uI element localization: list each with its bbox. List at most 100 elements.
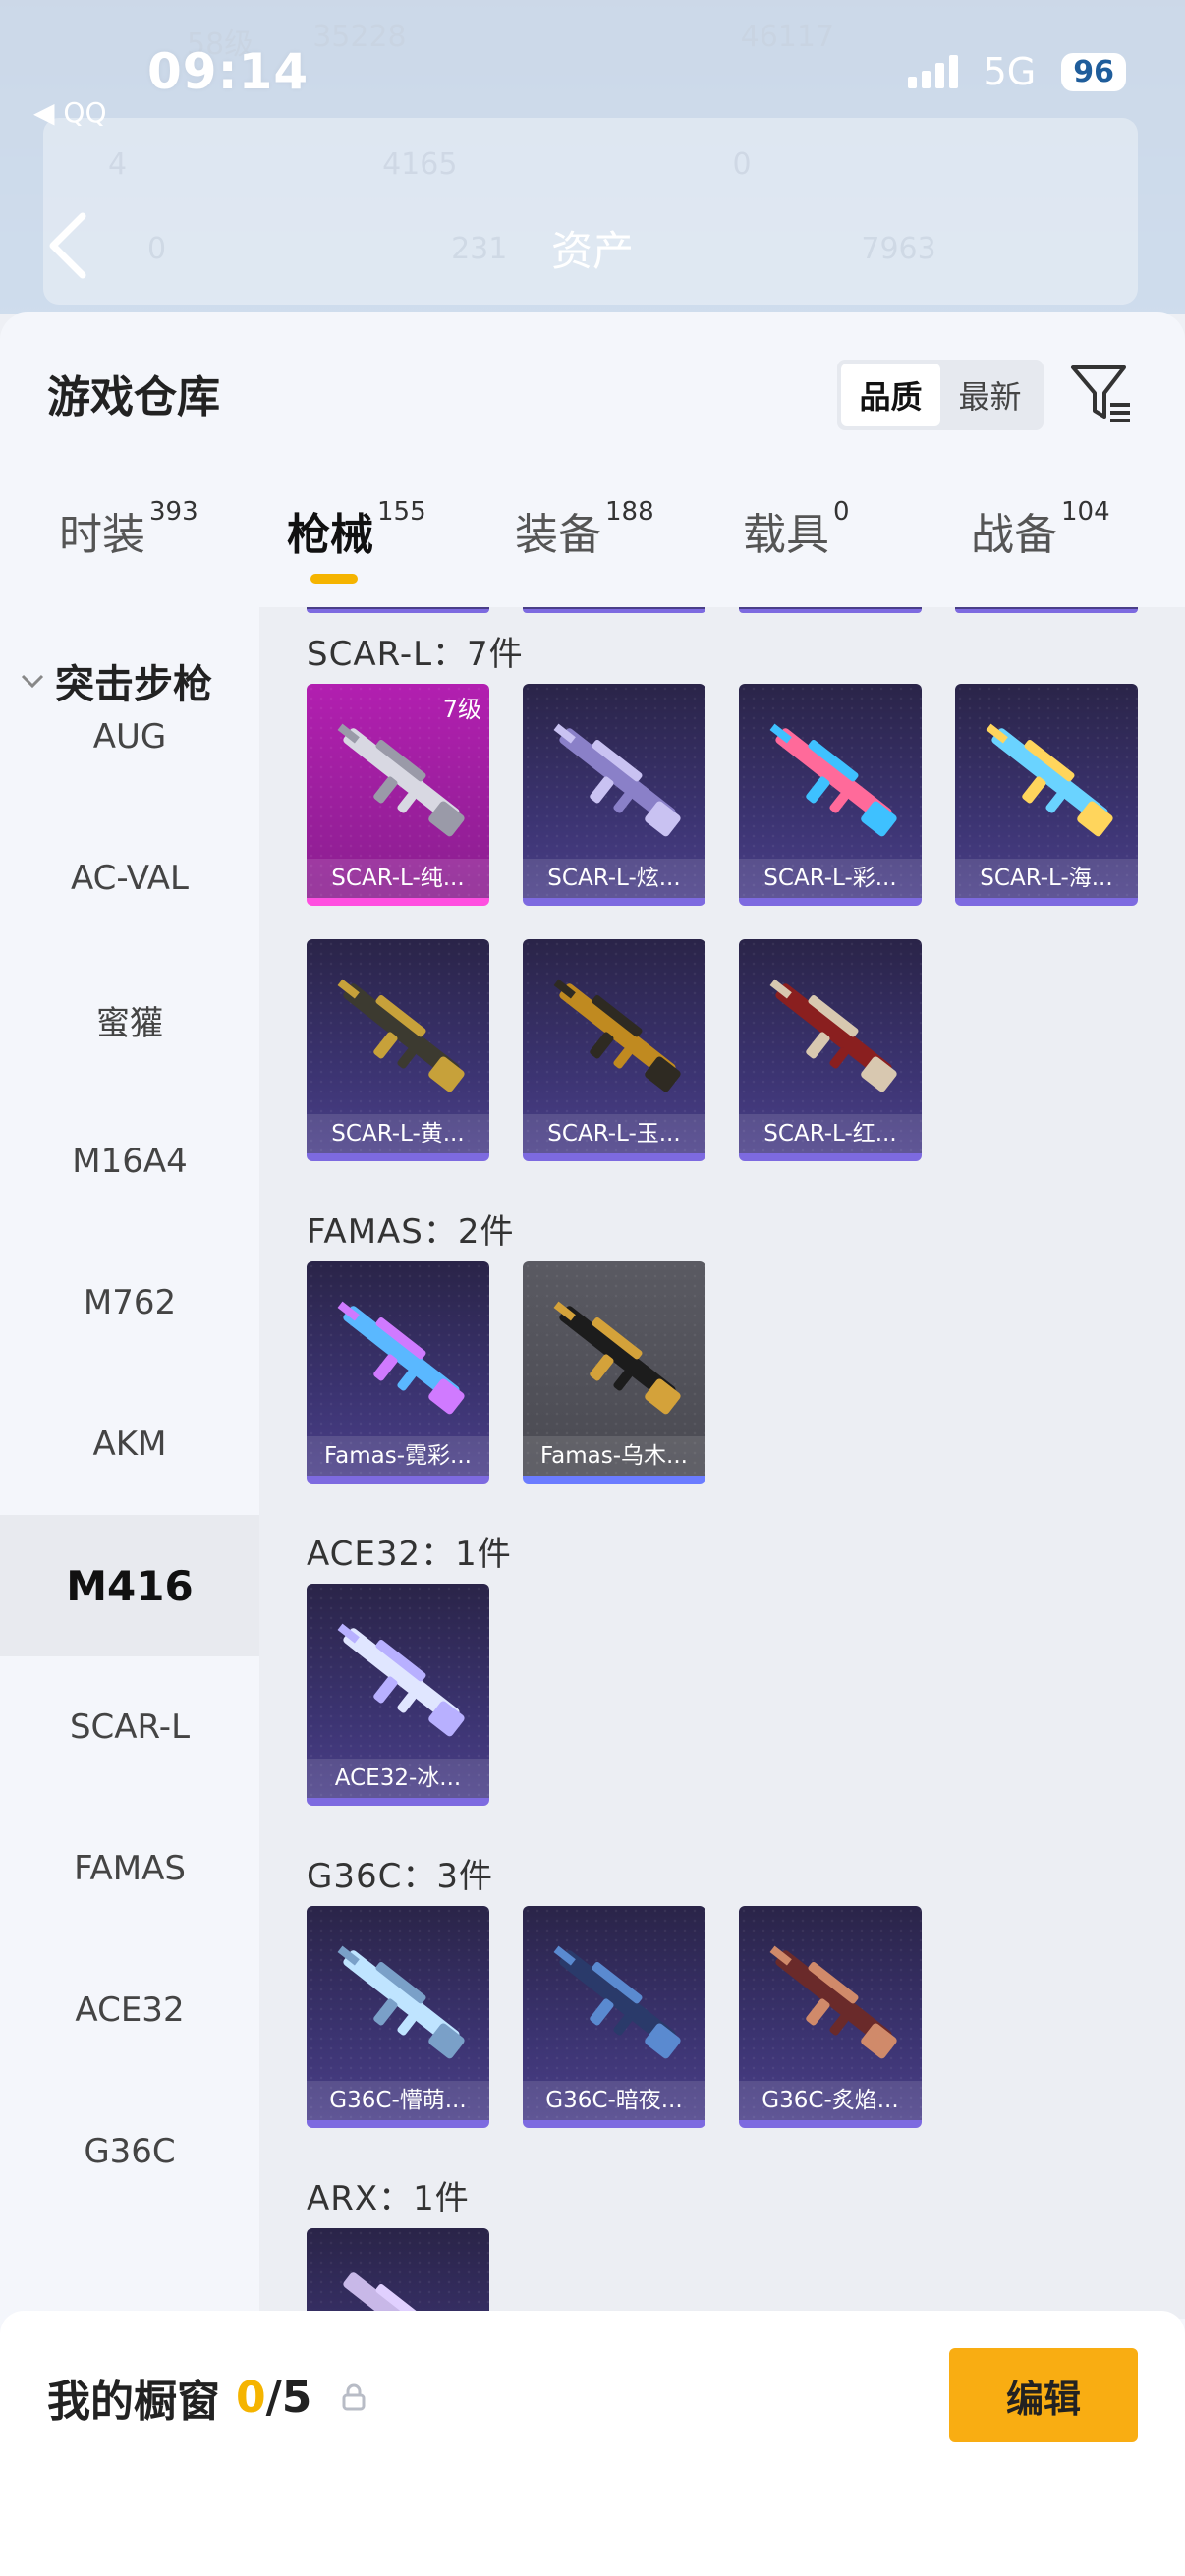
rifle-icon xyxy=(769,979,897,1092)
skin-name: G36C-暗夜... xyxy=(523,2081,705,2120)
tab-equipment[interactable]: 装备 188 xyxy=(515,497,654,597)
back-to-app-link[interactable]: ◀ QQ xyxy=(33,96,107,129)
skin-name: G36C-炙焰... xyxy=(739,2081,922,2120)
showcase-label: 我的橱窗 0 /5 xyxy=(47,2366,367,2429)
rifle-icon xyxy=(337,979,465,1092)
skin-name: SCAR-L-玉... xyxy=(523,1114,705,1153)
rifle-icon xyxy=(986,723,1113,837)
skin-name: SCAR-L-纯... xyxy=(307,859,489,898)
side-item-aug[interactable]: AUG xyxy=(0,666,259,808)
tab-combat-gear[interactable]: 战备 104 xyxy=(971,497,1110,597)
skin-card[interactable]: ACE32-冰... xyxy=(307,1584,489,1806)
section-title: ARX：1件 xyxy=(307,2179,470,2218)
previous-row-card xyxy=(955,607,1138,613)
side-item-ac-val[interactable]: AC-VAL xyxy=(0,808,259,949)
tab-guns[interactable]: 枪械 155 xyxy=(287,497,426,597)
edit-button[interactable]: 编辑 xyxy=(949,2348,1138,2442)
tab-count: 104 xyxy=(1061,497,1110,527)
sheet-header: 游戏仓库 品质 最新 时装 393 枪械 155 装备 188 载具 0 战备 … xyxy=(0,312,1185,607)
ghost-value-4: 4165 xyxy=(382,147,458,182)
sort-latest-button[interactable]: 最新 xyxy=(940,364,1040,426)
skin-card[interactable]: Famas-霓彩... xyxy=(307,1261,489,1484)
ghost-value-3: 4 xyxy=(108,147,128,182)
battery-icon: 96 xyxy=(1061,52,1126,91)
skin-name: SCAR-L-彩... xyxy=(739,859,922,898)
status-bar: 09:14 5G 96 xyxy=(147,43,1126,100)
showcase-bar: 我的橱窗 0 /5 编辑 xyxy=(0,2311,1185,2576)
skin-card[interactable]: SCAR-L-红... xyxy=(739,939,922,1161)
skin-card[interactable] xyxy=(307,2228,489,2319)
skin-card[interactable]: SCAR-L-彩... xyxy=(739,684,922,906)
ghost-row-2: 4 4165 0 xyxy=(108,147,1146,182)
tab-count: 0 xyxy=(833,497,850,527)
warehouse-sheet: 游戏仓库 品质 最新 时装 393 枪械 155 装备 188 载具 0 战备 … xyxy=(0,312,1185,2576)
tab-vehicles[interactable]: 载具 0 xyxy=(743,497,850,597)
tab-count: 155 xyxy=(377,497,426,527)
rifle-icon xyxy=(343,2272,460,2319)
skin-card[interactable]: G36C-懵萌... xyxy=(307,1906,489,2128)
tab-label: 时装 xyxy=(59,510,145,560)
sheet-title: 游戏仓库 xyxy=(47,372,220,422)
tab-label: 装备 xyxy=(515,510,601,560)
skin-name: SCAR-L-红... xyxy=(739,1114,922,1153)
network-label: 5G xyxy=(983,50,1037,93)
sort-toggle: 品质 最新 xyxy=(837,360,1044,430)
section-title: ACE32：1件 xyxy=(307,1535,512,1574)
tab-label: 枪械 xyxy=(287,510,373,560)
page-title: 资产 xyxy=(550,227,634,275)
showcase-current: 0 xyxy=(236,2372,266,2423)
skin-name: SCAR-L-炫... xyxy=(523,859,705,898)
lock-icon xyxy=(342,2383,366,2411)
rifle-icon xyxy=(337,723,465,837)
previous-row-card xyxy=(739,607,922,613)
previous-row-card xyxy=(307,607,489,613)
rifle-icon xyxy=(553,1945,681,2059)
side-item-m16a4[interactable]: M16A4 xyxy=(0,1091,259,1232)
side-item-ace32[interactable]: ACE32 xyxy=(0,1939,259,2081)
skin-card[interactable]: Famas-乌木... xyxy=(523,1261,705,1484)
rifle-icon xyxy=(553,979,681,1092)
side-item-famas[interactable]: FAMAS xyxy=(0,1798,259,1939)
side-item-g36c[interactable]: G36C xyxy=(0,2081,259,2222)
skin-card[interactable]: 7级 SCAR-L-纯... xyxy=(307,684,489,906)
side-item-m762[interactable]: M762 xyxy=(0,1232,259,1373)
skin-card[interactable]: SCAR-L-玉... xyxy=(523,939,705,1161)
clock: 09:14 xyxy=(147,43,310,100)
rifle-icon xyxy=(337,1301,465,1415)
rifle-icon xyxy=(337,1945,465,2059)
skin-card[interactable]: G36C-炙焰... xyxy=(739,1906,922,2128)
sort-quality-button[interactable]: 品质 xyxy=(841,364,940,426)
skin-name: Famas-霓彩... xyxy=(307,1436,489,1476)
side-item-scar-l[interactable]: SCAR-L xyxy=(0,1656,259,1798)
skin-card[interactable]: G36C-暗夜... xyxy=(523,1906,705,2128)
rifle-icon xyxy=(553,1301,681,1415)
weapon-side-nav: 突击步枪 AUG AC-VAL 蜜獾 M16A4 M762 AKM M416 S… xyxy=(0,607,259,2319)
skin-card[interactable]: SCAR-L-黄... xyxy=(307,939,489,1161)
rifle-icon xyxy=(553,723,681,837)
tab-active-indicator xyxy=(310,574,358,584)
skin-name: ACE32-冰... xyxy=(307,1759,489,1798)
showcase-total: /5 xyxy=(265,2372,312,2423)
skin-name: SCAR-L-黄... xyxy=(307,1114,489,1153)
tab-fashion[interactable]: 时装 393 xyxy=(59,497,198,597)
tab-count: 393 xyxy=(149,497,198,527)
status-icons: 5G 96 xyxy=(907,50,1126,93)
signal-icon xyxy=(907,55,958,88)
rifle-icon xyxy=(769,723,897,837)
skin-card[interactable]: SCAR-L-海... xyxy=(955,684,1138,906)
category-tabs: 时装 393 枪械 155 装备 188 载具 0 战备 104 xyxy=(0,497,1185,607)
side-item-honey-badger[interactable]: 蜜獾 xyxy=(0,949,259,1091)
filter-button[interactable] xyxy=(1067,358,1136,426)
side-item-akm[interactable]: AKM xyxy=(0,1373,259,1515)
skin-name: SCAR-L-海... xyxy=(955,859,1138,898)
section-title: SCAR-L：7件 xyxy=(307,635,524,674)
showcase-title: 我的橱窗 xyxy=(47,2377,220,2427)
skin-name: Famas-乌木... xyxy=(523,1436,705,1476)
previous-row-card xyxy=(523,607,705,613)
tab-label: 载具 xyxy=(743,510,829,560)
ghost-value-5: 0 xyxy=(732,147,752,182)
skin-card[interactable]: SCAR-L-炫... xyxy=(523,684,705,906)
level-badge: 7级 xyxy=(442,696,481,723)
filter-icon xyxy=(1071,365,1130,422)
side-item-m416[interactable]: M416 xyxy=(0,1515,259,1656)
